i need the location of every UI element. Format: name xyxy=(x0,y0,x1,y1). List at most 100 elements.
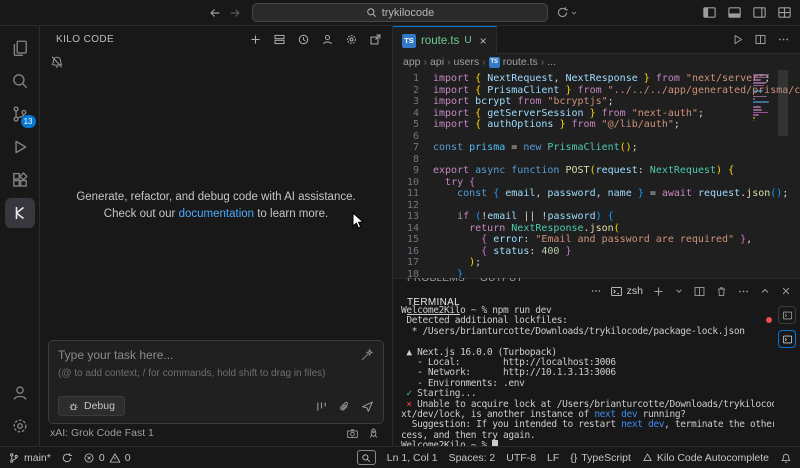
send-icon[interactable] xyxy=(361,400,374,413)
open-in-editor-icon[interactable] xyxy=(366,30,384,48)
activity-run-debug-icon[interactable] xyxy=(3,130,37,163)
panel-more-tabs-icon[interactable] xyxy=(590,285,602,297)
task-input-placeholder: Type your task here... xyxy=(58,348,173,362)
statusbar-sync-icon[interactable] xyxy=(61,452,73,464)
breadcrumb-item[interactable]: TSroute.ts xyxy=(489,56,538,68)
warning-count: 0 xyxy=(125,452,131,464)
search-icon xyxy=(366,7,377,18)
panel-actions-more-icon[interactable] xyxy=(737,285,750,298)
empty-state-line1: Generate, refactor, and debug code with … xyxy=(76,189,355,206)
statusbar-kilo-autocomplete[interactable]: Kilo Code Autocomplete xyxy=(642,452,769,464)
breadcrumb-item[interactable]: ... xyxy=(547,56,556,68)
statusbar-indentation[interactable]: Spaces: 2 xyxy=(449,452,496,464)
toggle-primary-sidebar-icon[interactable] xyxy=(702,5,717,20)
close-tab-icon[interactable]: × xyxy=(480,35,487,47)
sync-dropdown-button[interactable] xyxy=(556,6,578,19)
code-lines: 1import { NextRequest, NextResponse } fr… xyxy=(393,73,800,278)
terminal-instance-active-icon[interactable] xyxy=(778,330,796,348)
nav-back-button[interactable] xyxy=(208,6,222,20)
new-task-icon[interactable] xyxy=(246,30,264,48)
tab-route-ts[interactable]: TS route.ts U × xyxy=(393,26,497,54)
typescript-file-icon: TS xyxy=(402,34,416,48)
mode-label: Debug xyxy=(84,400,115,412)
statusbar-branch[interactable]: main* xyxy=(8,452,51,464)
enhance-prompt-icon[interactable] xyxy=(360,348,374,362)
kill-terminal-icon[interactable] xyxy=(715,285,728,298)
statusbar-encoding[interactable]: UTF-8 xyxy=(506,452,536,464)
notifications-bell-icon[interactable] xyxy=(780,452,792,464)
error-count: 0 xyxy=(99,452,105,464)
breadcrumb-separator: › xyxy=(447,56,451,68)
split-editor-icon[interactable] xyxy=(754,33,767,46)
bell-slash-icon[interactable] xyxy=(50,55,64,69)
toggle-panel-icon[interactable] xyxy=(727,5,742,20)
breadcrumb-item[interactable]: users xyxy=(454,56,480,68)
code-editor[interactable]: 1import { NextRequest, NextResponse } fr… xyxy=(393,70,800,278)
terminal-zsh-tab[interactable]: zsh xyxy=(610,285,643,298)
terminal-profile-dropdown-icon[interactable] xyxy=(674,286,684,296)
task-input[interactable]: Type your task here... (@ to add context… xyxy=(48,340,384,424)
typescript-brackets-icon: {} xyxy=(570,452,577,464)
statusbar-cursor-position[interactable]: Ln 1, Col 1 xyxy=(387,452,438,464)
search-text: trykilocode xyxy=(382,7,435,19)
minimap[interactable] xyxy=(753,74,771,122)
breadcrumb-item[interactable]: app xyxy=(403,56,421,68)
rocket-icon[interactable] xyxy=(367,427,380,440)
status-bar: main* 0 0 Ln 1, Col 1 Spaces: 2 UTF-8 LF… xyxy=(0,446,800,468)
settings-gear-icon[interactable] xyxy=(3,409,37,442)
editor-more-actions-icon[interactable] xyxy=(777,33,790,46)
maximize-panel-icon[interactable] xyxy=(759,285,771,297)
statusbar-problems[interactable]: 0 0 xyxy=(83,452,131,464)
statusbar-eol[interactable]: LF xyxy=(547,452,559,464)
todo-columns-icon[interactable] xyxy=(315,400,328,413)
git-status-badge: U xyxy=(464,35,471,46)
attach-file-icon[interactable] xyxy=(338,400,351,413)
scm-badge: 13 xyxy=(21,115,36,128)
mcp-servers-icon[interactable] xyxy=(270,30,288,48)
camera-icon[interactable] xyxy=(346,427,359,440)
documentation-link[interactable]: documentation xyxy=(179,208,254,220)
breadcrumb-item[interactable]: api xyxy=(430,56,444,68)
activity-search-icon[interactable] xyxy=(3,64,37,97)
terminal[interactable]: Welcome2Kilo ~ % npm run dev Detected ad… xyxy=(393,303,774,446)
account-icon[interactable] xyxy=(3,376,37,409)
activity-extensions-icon[interactable] xyxy=(3,163,37,196)
breadcrumb-separator: › xyxy=(424,56,428,68)
panel-header: PROBLEMSOUTPUTTERMINAL zsh xyxy=(393,279,800,303)
breadcrumb-separator: › xyxy=(482,56,486,68)
editor-group: TS route.ts U × app›api› xyxy=(393,26,800,446)
activity-source-control-icon[interactable]: 13 xyxy=(3,97,37,130)
editor-scrollbar[interactable] xyxy=(778,70,788,136)
new-terminal-icon[interactable] xyxy=(652,285,665,298)
empty-state: Generate, refactor, and debug code with … xyxy=(40,72,392,340)
sidebar-header: KILO CODE xyxy=(40,26,392,52)
tab-file-name: route.ts xyxy=(421,35,459,47)
sidebar-title: KILO CODE xyxy=(56,34,114,45)
nav-forward-button[interactable] xyxy=(228,6,242,20)
layout-controls xyxy=(702,5,792,20)
bottom-panel: PROBLEMSOUTPUTTERMINAL zsh xyxy=(393,278,800,446)
breadcrumb-separator: › xyxy=(541,56,545,68)
activity-explorer-icon[interactable] xyxy=(3,31,37,64)
customize-layout-icon[interactable] xyxy=(777,5,792,20)
titlebar: trykilocode xyxy=(0,0,800,26)
run-file-icon[interactable] xyxy=(731,33,744,46)
empty-state-line2: Check out our documentation to learn mor… xyxy=(104,206,328,223)
statusbar-language[interactable]: {} TypeScript xyxy=(570,452,631,464)
model-selector[interactable]: xAI: Grok Code Fast 1 xyxy=(40,424,392,446)
mode-selector-button[interactable]: Debug xyxy=(58,396,125,416)
activity-kilo-code-icon[interactable] xyxy=(3,196,37,229)
command-center-search[interactable]: trykilocode xyxy=(252,3,548,22)
activity-bar: 13 xyxy=(0,26,40,446)
bug-mode-icon xyxy=(68,401,79,412)
profile-icon[interactable] xyxy=(318,30,336,48)
sidebar-settings-icon[interactable] xyxy=(342,30,360,48)
terminal-instance-icon[interactable] xyxy=(778,306,796,324)
toggle-secondary-sidebar-icon[interactable] xyxy=(752,5,767,20)
split-terminal-icon[interactable] xyxy=(693,285,706,298)
close-panel-icon[interactable] xyxy=(780,285,792,297)
history-icon[interactable] xyxy=(294,30,312,48)
vscode-window: trykilocode xyxy=(0,0,800,468)
kilo-code-sidebar: KILO CODE xyxy=(40,26,393,446)
zoom-indicator[interactable] xyxy=(357,450,376,465)
